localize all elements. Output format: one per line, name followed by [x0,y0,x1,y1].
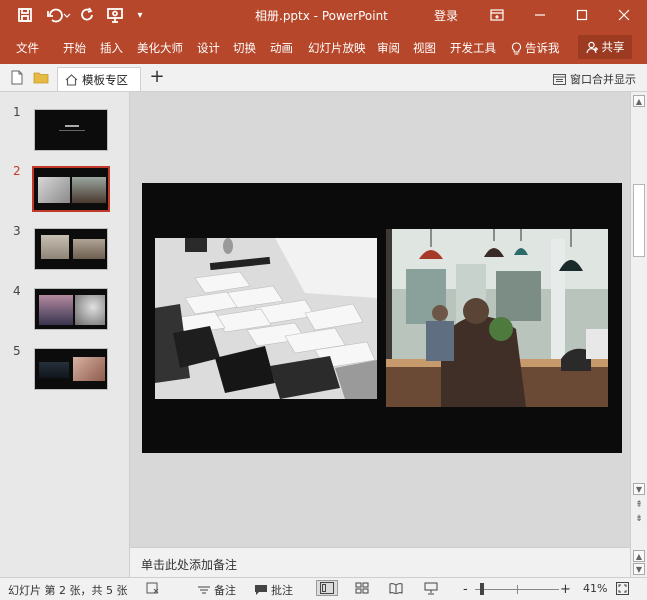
minimize-icon[interactable] [520,3,560,27]
person-add-icon [585,41,598,53]
tab-animations[interactable]: 动画 [270,40,293,56]
zoom-out-button[interactable]: - [463,582,468,597]
slide-thumbnail-5[interactable] [34,348,108,390]
next-slide-icon[interactable]: ⇟ [633,513,645,525]
slide-number: 2 [13,164,21,178]
notes-scroll-up-arrow[interactable]: ▲ [633,550,645,562]
stationery-photo[interactable] [155,238,377,399]
slide-number: 5 [13,344,21,358]
reading-view-icon[interactable] [389,582,403,594]
save-icon[interactable] [14,5,36,25]
comments-toggle[interactable]: 批注 [254,582,293,598]
comment-icon [255,585,267,595]
fit-to-window-icon[interactable] [616,582,629,595]
add-tab-button[interactable]: + [146,67,168,89]
slideshow-icon[interactable] [424,582,438,595]
merge-windows-label: 窗口合并显示 [570,73,636,86]
title-bar: ▾ 相册.pptx - PowerPoint 登录 [0,0,647,30]
tab-file[interactable]: 文件 [16,40,39,56]
zoom-slider-center-tick [517,585,518,594]
previous-slide-icon[interactable]: ⇞ [633,499,645,511]
undo-icon[interactable] [44,5,74,25]
maximize-icon[interactable] [562,3,602,27]
slide-thumbnail-2[interactable] [32,166,110,212]
tab-beautify[interactable]: 美化大师 [137,40,183,56]
slide-sorter-icon[interactable] [355,582,369,594]
slide-number: 3 [13,224,21,238]
ribbon-tabs: 文件 开始 插入 美化大师 设计 切换 动画 幻灯片放映 审阅 视图 开发工具 … [0,30,647,64]
vertical-scrollbar[interactable]: ▲ ▼ ⇞ ⇟ [630,92,647,547]
tab-insert[interactable]: 插入 [100,40,123,56]
slide-thumbnail-3[interactable] [34,228,108,270]
tell-me-label: 告诉我 [525,41,560,55]
redo-icon[interactable] [78,5,98,25]
merge-windows-button[interactable]: 窗口合并显示 [553,71,636,87]
status-bar: 幻灯片 第 2 张，共 5 张 备注 批注 - + 41% [0,577,647,600]
tell-me-button[interactable]: 告诉我 [511,40,560,56]
notes-scrollbar[interactable]: ▲ ▼ [630,547,647,577]
scroll-down-arrow[interactable]: ▼ [633,483,645,495]
slide-thumbnail-pane: 1 2 3 4 5 [0,92,130,577]
tab-transitions[interactable]: 切换 [233,40,256,56]
template-zone-label: 模板专区 [82,72,128,87]
notes-toggle-label: 备注 [214,584,236,597]
share-button[interactable]: 共享 [578,35,632,59]
scroll-thumb[interactable] [633,184,645,257]
notes-pane[interactable]: 单击此处添加备注 [130,547,630,577]
tab-developer[interactable]: 开发工具 [450,40,496,56]
home-icon [65,73,78,86]
template-zone-tab[interactable]: 模板专区 [57,67,141,91]
tab-design[interactable]: 设计 [197,40,220,56]
zoom-in-button[interactable]: + [560,582,571,597]
notes-icon [198,586,210,594]
window-icon [553,73,566,85]
slide-counter[interactable]: 幻灯片 第 2 张，共 5 张 [8,582,127,598]
comments-toggle-label: 批注 [271,584,293,597]
open-folder-icon[interactable] [33,71,49,87]
tab-review[interactable]: 审阅 [377,40,400,56]
window-title: 相册.pptx - PowerPoint [255,9,388,23]
customize-icon[interactable]: ▾ [132,5,148,25]
new-document-icon[interactable] [11,70,23,88]
notes-toggle[interactable]: 备注 [197,582,236,598]
ribbon-display-options-icon[interactable] [477,3,517,27]
slide-thumbnail-1[interactable] [34,109,108,151]
slide-editing-area[interactable] [130,92,630,547]
lightbulb-icon [511,41,522,55]
login-button[interactable]: 登录 [434,7,458,24]
tab-slideshow[interactable]: 幻灯片放映 [308,40,366,56]
normal-view-icon[interactable] [316,580,338,596]
notes-scroll-down-arrow[interactable]: ▼ [633,563,645,575]
document-tab-bar: 模板专区 + 窗口合并显示 [0,64,647,92]
close-icon[interactable] [604,3,644,27]
zoom-level[interactable]: 41% [583,582,607,595]
notes-placeholder[interactable]: 单击此处添加备注 [141,556,237,573]
slide-thumbnail-4[interactable] [34,288,108,330]
slide-number: 1 [13,105,21,119]
zoom-slider-thumb[interactable] [480,583,484,595]
scroll-up-arrow[interactable]: ▲ [633,95,645,107]
cafe-photo[interactable] [386,229,608,407]
tab-home[interactable]: 开始 [63,40,86,56]
share-label: 共享 [601,40,625,54]
present-from-start-icon[interactable] [104,5,126,25]
current-slide[interactable] [142,183,622,453]
slide-number: 4 [13,284,21,298]
tab-view[interactable]: 视图 [413,40,436,56]
accessibility-icon[interactable] [146,582,160,595]
